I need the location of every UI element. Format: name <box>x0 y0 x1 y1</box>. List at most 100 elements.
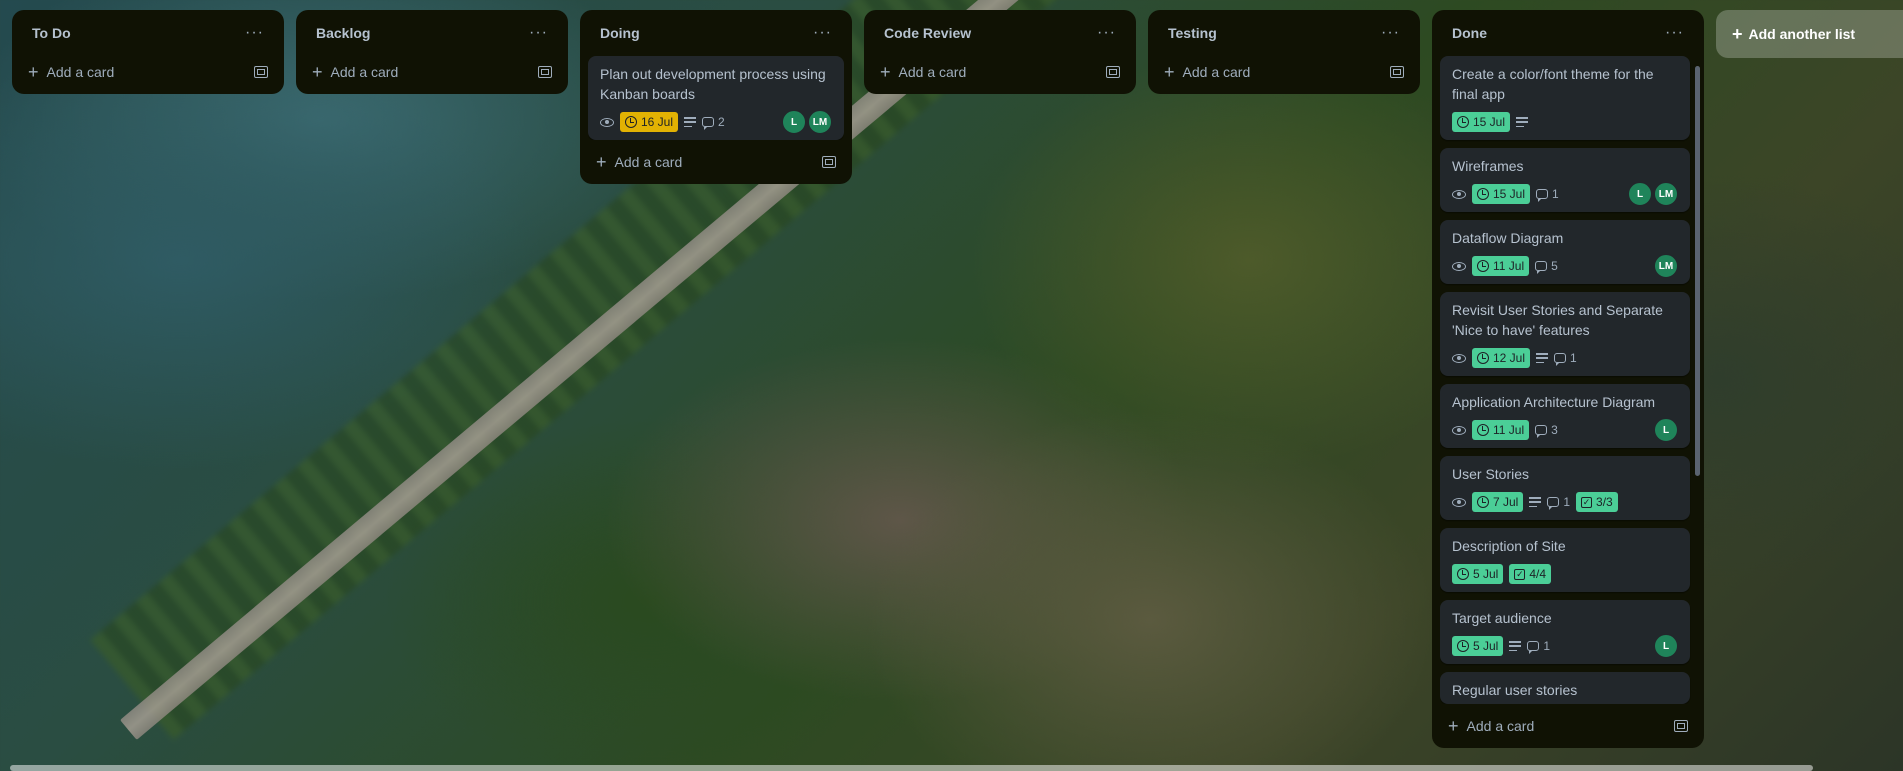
list-doing: Doing ··· Plan out development process u… <box>580 10 852 184</box>
add-card-label: Add a card <box>330 64 399 80</box>
avatar[interactable]: L <box>782 110 806 134</box>
clock-icon <box>1477 352 1489 364</box>
card-template-icon[interactable] <box>538 66 552 78</box>
list-menu-icon[interactable]: ··· <box>1661 24 1688 42</box>
due-date-text: 7 Jul <box>1493 495 1519 509</box>
card-template-icon[interactable] <box>1390 66 1404 78</box>
card-badges: 15 Jul <box>1452 110 1678 134</box>
card-template-icon[interactable] <box>1106 66 1120 78</box>
due-date-badge[interactable]: 5 Jul <box>1452 636 1504 656</box>
comment-count: 1 <box>1570 351 1577 365</box>
due-date-badge[interactable]: 15 Jul <box>1452 112 1511 132</box>
card[interactable]: Application Architecture Diagram 11 Jul … <box>1440 384 1690 448</box>
avatar[interactable]: LM <box>808 110 832 134</box>
add-card-button[interactable]: + Add a card <box>588 146 844 178</box>
add-card-button[interactable]: + Add a card <box>1156 56 1412 88</box>
due-date-badge[interactable]: 16 Jul <box>620 112 679 132</box>
clock-icon <box>1477 496 1489 508</box>
list-header: Testing ··· <box>1156 10 1412 56</box>
card[interactable]: Create a color/font theme for the final … <box>1440 56 1690 140</box>
due-date-text: 12 Jul <box>1493 351 1526 365</box>
due-date-text: 11 Jul <box>1493 423 1525 437</box>
list-menu-icon[interactable]: ··· <box>809 24 836 42</box>
card[interactable]: Dataflow Diagram 11 Jul 5 LM <box>1440 220 1690 284</box>
card-template-icon[interactable] <box>822 156 836 168</box>
list-header: Done ··· <box>1440 10 1696 56</box>
card-title: Description of Site <box>1452 538 1566 554</box>
due-date-badge[interactable]: 12 Jul <box>1472 348 1531 368</box>
add-card-label: Add a card <box>1466 718 1535 734</box>
comment-count: 1 <box>1543 639 1551 653</box>
card-badges: 15 Jul 1 L LM <box>1452 182 1678 206</box>
card-badges: 5 Jul ✓ 4/4 <box>1452 562 1678 586</box>
avatar[interactable]: L <box>1628 182 1652 206</box>
description-icon <box>684 117 697 127</box>
avatar[interactable]: L <box>1654 418 1678 442</box>
checklist-icon: ✓ <box>1514 568 1526 580</box>
card-badges: 16 Jul 2 L LM <box>600 110 832 134</box>
due-date-badge[interactable]: 11 Jul <box>1472 420 1530 440</box>
list-todo: To Do ··· + Add a card <box>12 10 284 94</box>
add-card-button[interactable]: + Add a card <box>1440 710 1696 742</box>
card-title: Application Architecture Diagram <box>1452 394 1656 410</box>
board: To Do ··· + Add a card Backlog ··· + Add a… <box>0 0 1903 771</box>
card[interactable]: User Stories 7 Jul 1 ✓ 3/3 <box>1440 456 1690 520</box>
watch-icon <box>600 117 614 127</box>
list-title: Doing <box>600 25 640 41</box>
list-menu-icon[interactable]: ··· <box>1377 24 1404 42</box>
board-horizontal-scrollbar[interactable] <box>10 765 1813 771</box>
list-title: Done <box>1452 25 1487 41</box>
card-title: Create a color/font theme for the final … <box>1452 66 1654 102</box>
list-scrollbar[interactable] <box>1695 66 1700 476</box>
add-card-button[interactable]: + Add a card <box>304 56 560 88</box>
due-date-badge[interactable]: 7 Jul <box>1472 492 1524 512</box>
list-backlog: Backlog ··· + Add a card <box>296 10 568 94</box>
clock-icon <box>1457 116 1469 128</box>
add-card-label: Add a card <box>46 64 115 80</box>
avatar[interactable]: LM <box>1654 182 1678 206</box>
list-title: Code Review <box>884 25 972 41</box>
card-badges: 7 Jul 1 ✓ 3/3 <box>1452 490 1678 514</box>
card-badges: 12 Jul 1 <box>1452 346 1678 370</box>
watch-icon <box>1452 353 1466 363</box>
plus-icon: + <box>596 151 607 172</box>
checklist-count: 4/4 <box>1529 567 1547 581</box>
description-icon <box>1536 353 1549 363</box>
add-list-button[interactable]: + Add another list <box>1716 10 1903 58</box>
card[interactable]: Plan out development process using Kanba… <box>588 56 844 140</box>
card-template-icon[interactable] <box>1674 720 1688 732</box>
add-list-label: Add another list <box>1748 26 1856 42</box>
comment-icon <box>1527 641 1540 654</box>
list-menu-icon[interactable]: ··· <box>525 24 552 42</box>
due-date-badge[interactable]: 11 Jul <box>1472 256 1530 276</box>
card[interactable]: Description of Site 5 Jul ✓ 4/4 <box>1440 528 1690 592</box>
checklist-badge: ✓ 4/4 <box>1509 564 1552 584</box>
due-date-text: 11 Jul <box>1493 259 1525 273</box>
card-badges: 5 Jul 1 L <box>1452 634 1678 658</box>
card[interactable]: Regular user stories <box>1440 672 1690 704</box>
list-done: Done ··· Create a color/font theme for t… <box>1432 10 1704 748</box>
add-card-button[interactable]: + Add a card <box>20 56 276 88</box>
description-icon <box>1516 117 1529 127</box>
plus-icon: + <box>880 61 891 82</box>
avatar[interactable]: LM <box>1654 254 1678 278</box>
due-date-text: 5 Jul <box>1473 567 1499 581</box>
card[interactable]: Wireframes 15 Jul 1 L LM <box>1440 148 1690 212</box>
list-menu-icon[interactable]: ··· <box>241 24 268 42</box>
list-header: To Do ··· <box>20 10 276 56</box>
watch-icon <box>1452 189 1466 199</box>
card-template-icon[interactable] <box>254 66 268 78</box>
plus-icon: + <box>1732 23 1743 44</box>
card[interactable]: Target audience 5 Jul 1 L <box>1440 600 1690 664</box>
avatar[interactable]: L <box>1654 634 1678 658</box>
due-date-text: 15 Jul <box>1473 115 1506 129</box>
due-date-text: 16 Jul <box>641 115 674 129</box>
card[interactable]: Revisit User Stories and Separate 'Nice … <box>1440 292 1690 376</box>
comment-count: 2 <box>718 115 725 129</box>
checklist-count: 3/3 <box>1596 495 1613 509</box>
list-menu-icon[interactable]: ··· <box>1093 24 1120 42</box>
add-card-button[interactable]: + Add a card <box>872 56 1128 88</box>
clock-icon <box>1477 260 1489 272</box>
due-date-badge[interactable]: 15 Jul <box>1472 184 1531 204</box>
due-date-badge[interactable]: 5 Jul <box>1452 564 1504 584</box>
